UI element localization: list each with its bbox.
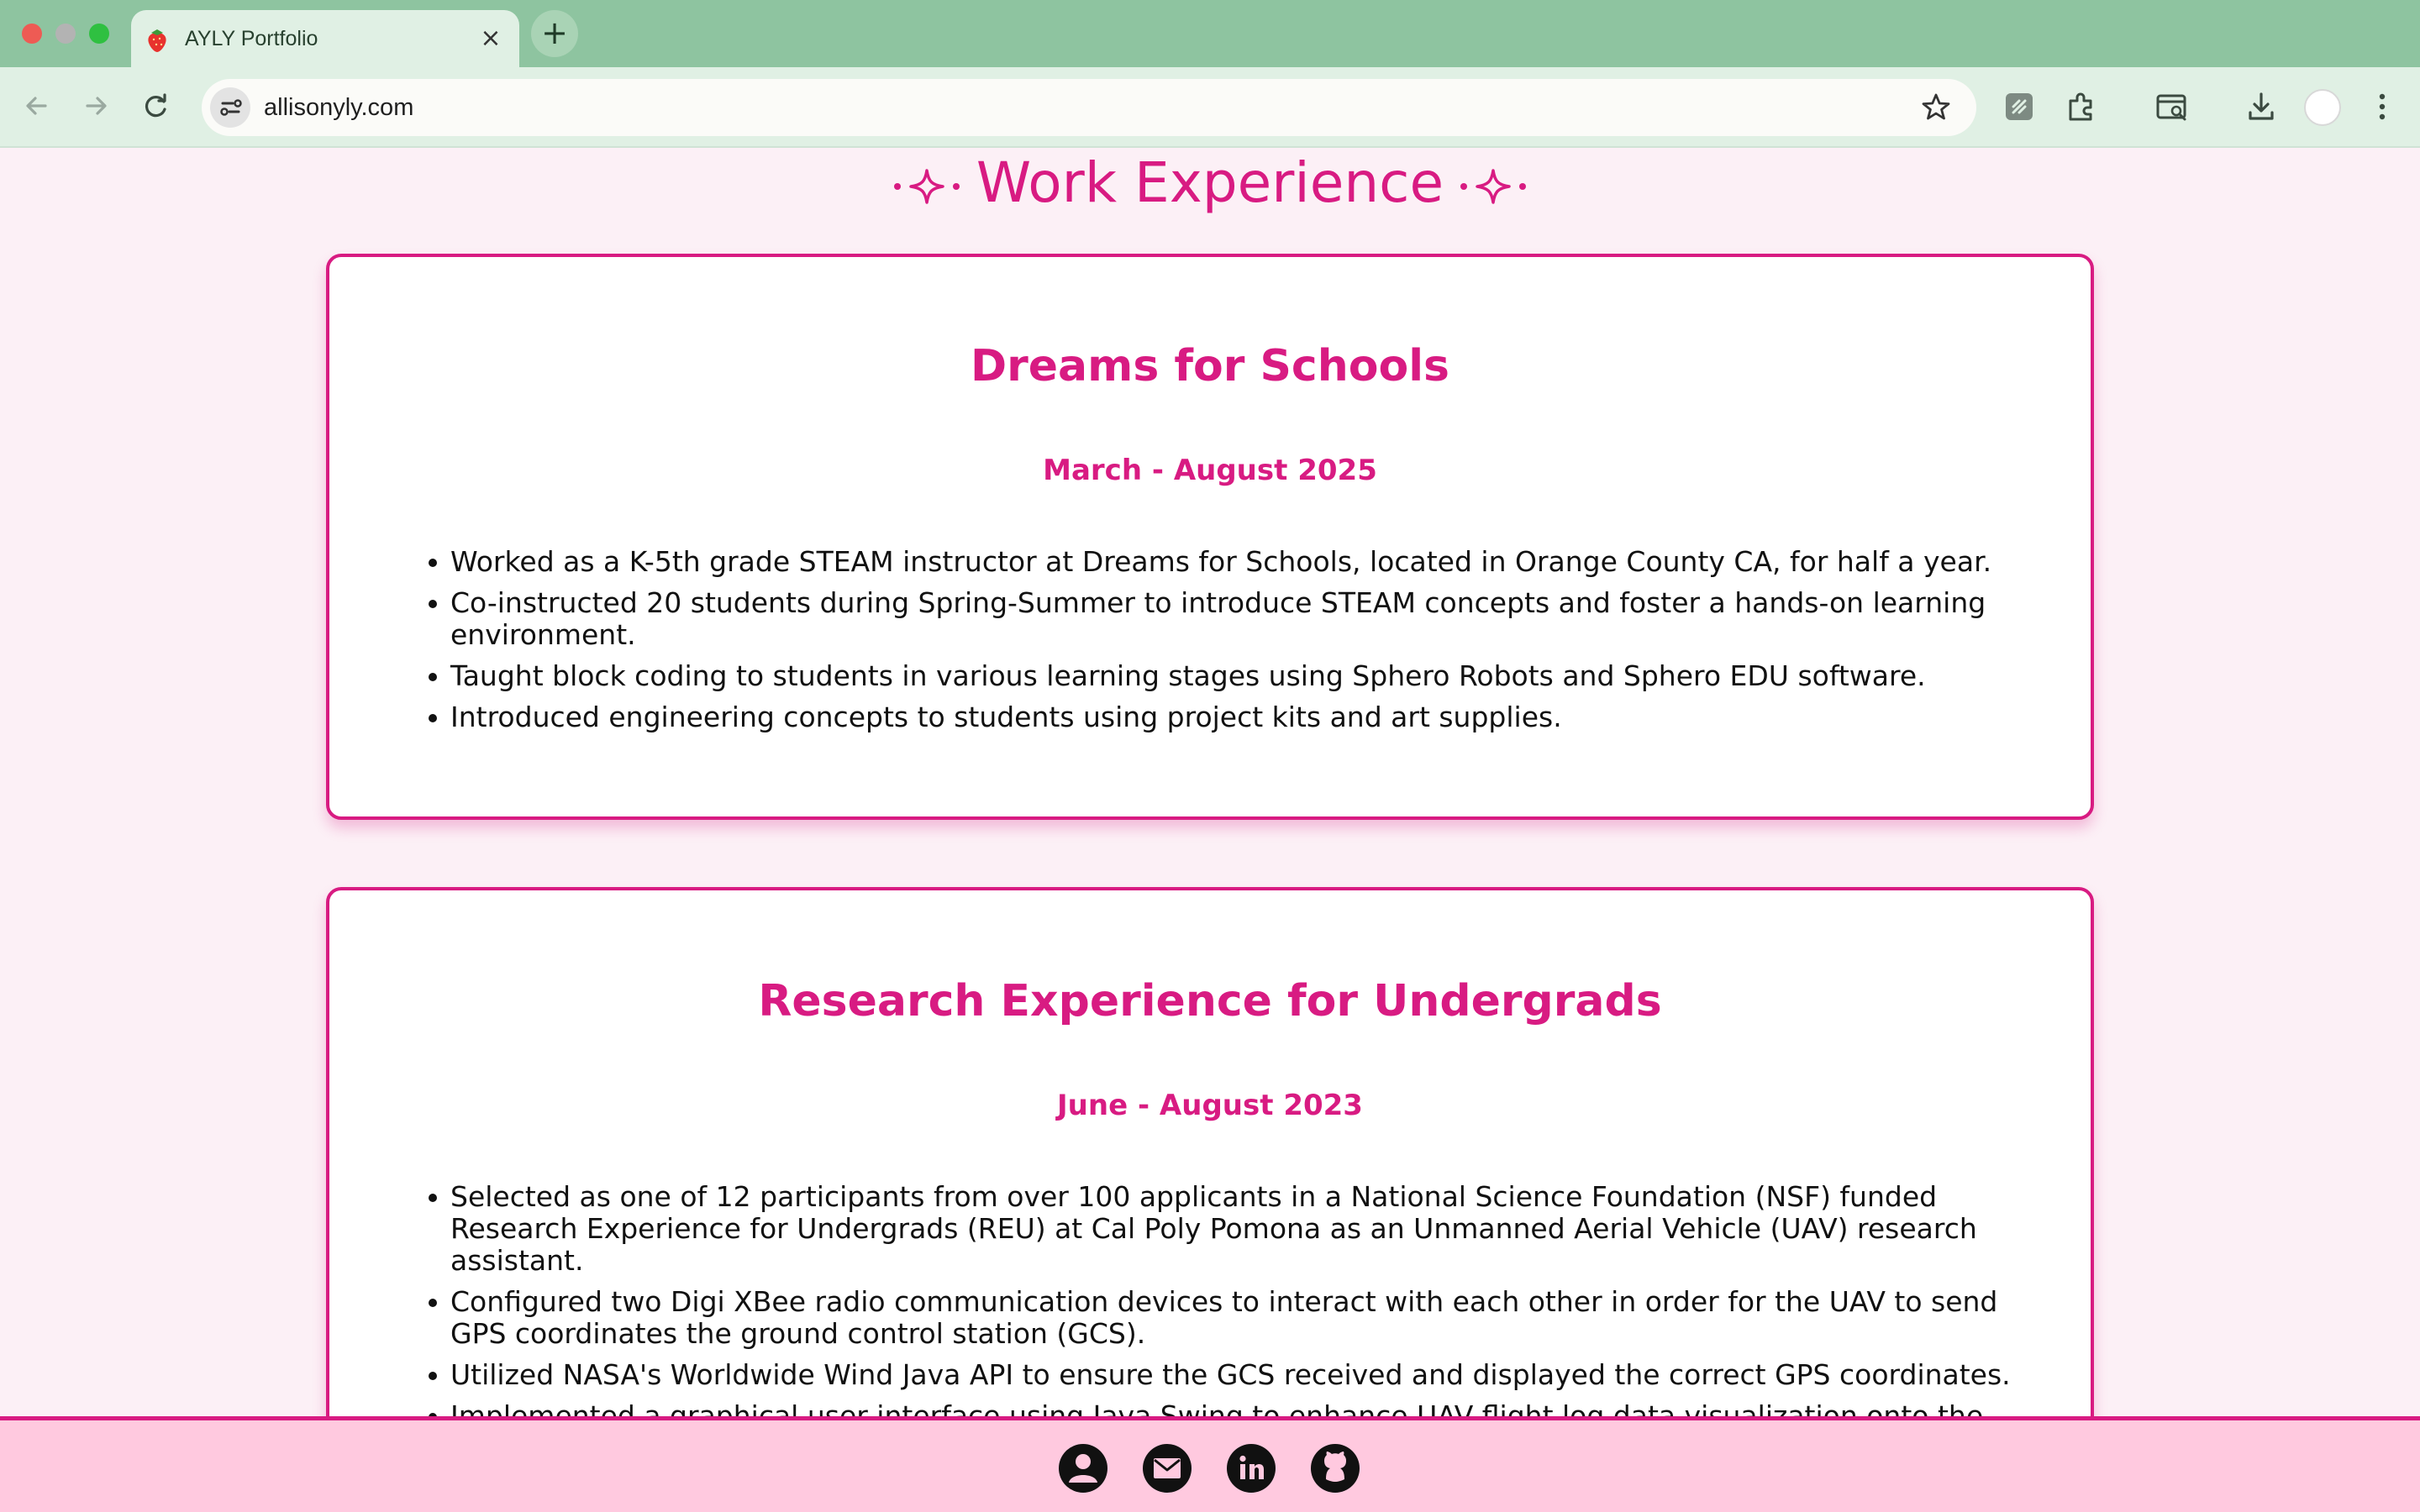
reload-icon[interactable] bbox=[138, 87, 175, 124]
url-text: allisonyly.com bbox=[264, 94, 414, 121]
email-icon[interactable] bbox=[1141, 1442, 1193, 1494]
new-tab-button[interactable]: + bbox=[531, 10, 578, 57]
browser-tab-bar: AYLY Portfolio × + bbox=[0, 0, 2420, 67]
sparkle-icon bbox=[893, 169, 960, 204]
job-title: Dreams for Schools bbox=[970, 341, 1450, 391]
bullet-item: Taught block coding to students in vario… bbox=[429, 660, 2040, 692]
bullet-item: Selected as one of 12 participants from … bbox=[429, 1181, 2040, 1277]
experience-card: Dreams for Schools March - August 2025 W… bbox=[326, 254, 2094, 820]
strawberry-icon bbox=[148, 29, 166, 52]
tab-close-icon[interactable]: × bbox=[476, 24, 506, 54]
bookmark-star-icon[interactable] bbox=[1919, 91, 1953, 124]
extensions-puzzle-icon[interactable] bbox=[2064, 89, 2099, 124]
job-bullets: Worked as a K-5th grade STEAM instructor… bbox=[429, 546, 2040, 743]
bullet-item: Worked as a K-5th grade STEAM instructor… bbox=[429, 546, 2040, 578]
window-close-button[interactable] bbox=[22, 24, 42, 44]
bullet-item: Introduced engineering concepts to stude… bbox=[429, 701, 2040, 733]
window-zoom-button[interactable] bbox=[89, 24, 109, 44]
job-date: March - August 2025 bbox=[1043, 454, 1377, 487]
tab-title: AYLY Portfolio bbox=[185, 27, 318, 50]
experience-card: Research Experience for Undergrads June … bbox=[326, 887, 2094, 1418]
download-icon[interactable] bbox=[2244, 89, 2279, 124]
section-heading: Work Experience bbox=[0, 148, 2420, 218]
bullet-item: Co-instructed 20 students during Spring-… bbox=[429, 587, 2040, 651]
job-title: Research Experience for Undergrads bbox=[758, 976, 1662, 1026]
profile-avatar[interactable] bbox=[2304, 89, 2341, 126]
forward-arrow-icon[interactable] bbox=[77, 87, 114, 124]
bullet-item: Implemented a graphical user interface u… bbox=[429, 1400, 2040, 1418]
browser-toolbar: allisonyly.com bbox=[0, 67, 2420, 148]
extension-app-icon[interactable] bbox=[2002, 89, 2037, 124]
site-info-icon[interactable] bbox=[210, 87, 250, 128]
profile-icon[interactable] bbox=[1057, 1442, 1109, 1494]
footer-bar bbox=[0, 1416, 2420, 1512]
more-menu-icon[interactable] bbox=[2365, 89, 2400, 124]
linkedin-icon[interactable] bbox=[1225, 1442, 1277, 1494]
bullet-item: Configured two Digi XBee radio communica… bbox=[429, 1286, 2040, 1350]
github-icon[interactable] bbox=[1309, 1442, 1361, 1494]
browser-tab-active[interactable]: AYLY Portfolio × bbox=[131, 10, 519, 67]
window-minimize-button[interactable] bbox=[55, 24, 76, 44]
job-date: June - August 2023 bbox=[1057, 1089, 1363, 1122]
sparkle-icon bbox=[1460, 169, 1527, 204]
address-bar[interactable]: allisonyly.com bbox=[202, 79, 1976, 136]
page-content: Work Experience Dreams for Schools March… bbox=[0, 148, 2420, 1418]
bullet-item: Utilized NASA's Worldwide Wind Java API … bbox=[429, 1359, 2040, 1391]
tab-search-icon[interactable] bbox=[2154, 89, 2190, 124]
section-title-text: Work Experience bbox=[976, 150, 1444, 215]
back-arrow-icon[interactable] bbox=[18, 87, 55, 124]
job-bullets: Selected as one of 12 participants from … bbox=[429, 1181, 2040, 1418]
